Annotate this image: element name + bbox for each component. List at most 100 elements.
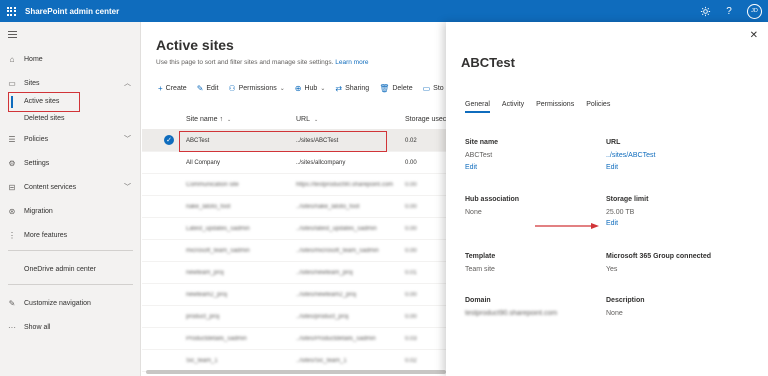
nav-item-onedrive-admin[interactable]: OneDrive admin center <box>0 262 141 276</box>
page-title: Active sites <box>156 37 234 53</box>
table-header: Site name ↑ ⌄ URL ⌄ Storage usec <box>142 110 446 130</box>
storage-cell: 0.01 <box>405 270 417 276</box>
url-cell: https://testproduct90.sharepoint.com <box>296 182 394 188</box>
url-cell: ../sites/newteam2_proj <box>296 292 357 298</box>
left-nav: ⌂ Home ▭ Sites ︿ Active sites Deleted si… <box>0 22 141 376</box>
hub-association-value: None <box>465 209 482 216</box>
page-description: Use this page to sort and filter sites a… <box>156 59 369 66</box>
url-cell: ../sites/microsoft_team_sadmin <box>296 248 379 254</box>
nav-item-sites[interactable]: ▭ Sites ︿ <box>0 76 141 90</box>
hub-button[interactable]: ⊕ Hub ⌄ <box>295 84 326 93</box>
tab-activity[interactable]: Activity <box>502 101 524 113</box>
storage-cell: 0.00 <box>405 314 417 320</box>
site-name-cell: Sic_team_1 <box>186 358 218 364</box>
table-row[interactable]: microsoft_team_sadmin ../sites/microsoft_… <box>142 240 446 262</box>
nav-item-settings[interactable]: ⚙ Settings <box>0 156 141 170</box>
top-bar: SharePoint admin center ? JD <box>0 0 768 22</box>
nav-divider <box>8 250 133 251</box>
url-cell: ../sites/product_proj <box>296 314 349 320</box>
nav-item-show-all[interactable]: ··· Show all <box>0 320 141 334</box>
sharing-button[interactable]: ⇄ Sharing <box>335 84 369 93</box>
edit-button[interactable]: ✎ Edit <box>197 84 219 93</box>
nav-item-policies[interactable]: ☰ Policies ﹀ <box>0 132 141 146</box>
delete-button[interactable]: 🗑 Delete <box>379 84 412 93</box>
gear-icon: ⚙ <box>8 158 16 168</box>
table-row[interactable]: newteam_proj ../sites/newteam_proj 0.01 <box>142 262 446 284</box>
pencil-icon: ✎ <box>8 298 16 308</box>
site-details-panel: ✕ ABCTest General Activity Permissions P… <box>446 22 768 376</box>
column-header-url[interactable]: URL ⌄ <box>296 116 318 123</box>
table-row[interactable]: newteam2_proj ../sites/newteam2_proj 0.00 <box>142 284 446 306</box>
nav-item-home[interactable]: ⌂ Home <box>0 52 141 66</box>
description-value: None <box>606 310 623 317</box>
annotation-highlight-row <box>179 131 387 152</box>
tab-general[interactable]: General <box>465 101 490 113</box>
url-edit-link[interactable]: Edit <box>606 164 618 171</box>
checkmark-icon[interactable]: ✓ <box>164 135 174 145</box>
tab-policies[interactable]: Policies <box>586 101 610 113</box>
waffle-icon[interactable] <box>0 0 22 22</box>
create-button[interactable]: + Create <box>158 84 187 93</box>
m365-group-label: Microsoft 365 Group connected <box>606 253 712 260</box>
table-row[interactable]: product_proj ../sites/product_proj 0.00 <box>142 306 446 328</box>
site-name-cell: microsoft_team_sadmin <box>186 248 250 254</box>
permissions-icon: ⚇ <box>228 84 236 93</box>
domain-label: Domain <box>465 297 491 304</box>
site-name-cell: Latest_updates_sadmin <box>186 226 250 232</box>
storage-cell: 0.00 <box>405 182 417 188</box>
column-header-storage[interactable]: Storage usec <box>405 116 446 123</box>
sharing-icon: ⇄ <box>335 84 343 93</box>
storage-button[interactable]: ▭ Sto <box>423 84 444 93</box>
storage-limit-edit-link[interactable]: Edit <box>606 220 618 227</box>
table-row[interactable]: Communication site https://testproduct90.… <box>142 174 446 196</box>
url-value-link[interactable]: ../sites/ABCTest <box>606 152 655 159</box>
avatar[interactable]: JD <box>747 3 762 19</box>
nav-item-content-services[interactable]: ⊟ Content services ﹀ <box>0 180 141 194</box>
tab-permissions[interactable]: Permissions <box>536 101 574 113</box>
chevron-up-icon[interactable]: ︿ <box>124 78 131 88</box>
permissions-button[interactable]: ⚇ Permissions ⌄ <box>228 84 284 93</box>
close-icon[interactable]: ✕ <box>750 30 758 41</box>
storage-cell: 0.00 <box>405 226 417 232</box>
hub-icon: ⊕ <box>294 84 302 93</box>
ellipsis-icon: ··· <box>8 322 16 332</box>
app-title[interactable]: SharePoint admin center <box>25 7 119 16</box>
site-name-cell: nake_latoto_foot <box>186 204 231 210</box>
site-name-cell: product_proj <box>186 314 220 320</box>
migration-icon: ⊛ <box>8 206 16 216</box>
url-cell: ../sites/allcompany <box>296 160 346 166</box>
hamburger-icon[interactable] <box>8 31 17 40</box>
url-cell: ../sites/Sic_team_1 <box>296 358 347 364</box>
url-cell: ../sites/nake_latoto_foot <box>296 204 360 210</box>
learn-more-link[interactable]: Learn more <box>335 59 368 66</box>
table-row[interactable]: Latest_updates_sadmin ../sites/latest_upd… <box>142 218 446 240</box>
content-services-icon: ⊟ <box>8 182 16 192</box>
table-row[interactable]: All Company ../sites/allcompany 0.00 <box>142 152 446 174</box>
horizontal-scrollbar[interactable] <box>146 370 446 374</box>
site-name-cell: newteam_proj <box>186 270 224 276</box>
nav-item-deleted-sites[interactable]: Deleted sites <box>24 115 64 122</box>
chevron-down-icon[interactable]: ﹀ <box>124 182 131 192</box>
nav-item-more-features[interactable]: ⋮ More features <box>0 228 141 242</box>
trash-icon: 🗑 <box>379 84 390 93</box>
site-name-cell: Communication site <box>186 182 239 188</box>
nav-item-migration[interactable]: ⊛ Migration <box>0 204 141 218</box>
site-name-cell: Productdetails_sadmin <box>186 336 247 342</box>
site-name-cell: newteam2_proj <box>186 292 228 298</box>
url-label: URL <box>606 139 621 146</box>
table-row[interactable]: Sic_team_1 ../sites/Sic_team_1 0.02 <box>142 350 446 372</box>
column-header-site-name[interactable]: Site name ↑ ⌄ <box>186 116 231 123</box>
nav-divider <box>8 284 133 285</box>
command-bar: + Create ✎ Edit ⚇ Permissions ⌄ ⊕ Hub ⌄ ⇄ Shari… <box>158 84 444 93</box>
help-icon[interactable]: ? <box>723 5 735 17</box>
storage-limit-value: 25.00 TB <box>606 209 635 216</box>
url-cell: ../sites/latest_updates_sadmin <box>296 226 377 232</box>
table-row[interactable]: nake_latoto_foot ../sites/nake_latoto_foo… <box>142 196 446 218</box>
gear-icon[interactable] <box>699 5 711 17</box>
sort-ascending-icon: ↑ <box>219 116 223 123</box>
site-name-edit-link[interactable]: Edit <box>465 164 477 171</box>
nav-item-customize-navigation[interactable]: ✎ Customize navigation <box>0 296 141 310</box>
url-cell: ../sites/Productdetails_sadmin <box>296 336 376 342</box>
chevron-down-icon[interactable]: ﹀ <box>124 134 131 144</box>
table-row[interactable]: Productdetails_sadmin ../sites/Productdet… <box>142 328 446 350</box>
